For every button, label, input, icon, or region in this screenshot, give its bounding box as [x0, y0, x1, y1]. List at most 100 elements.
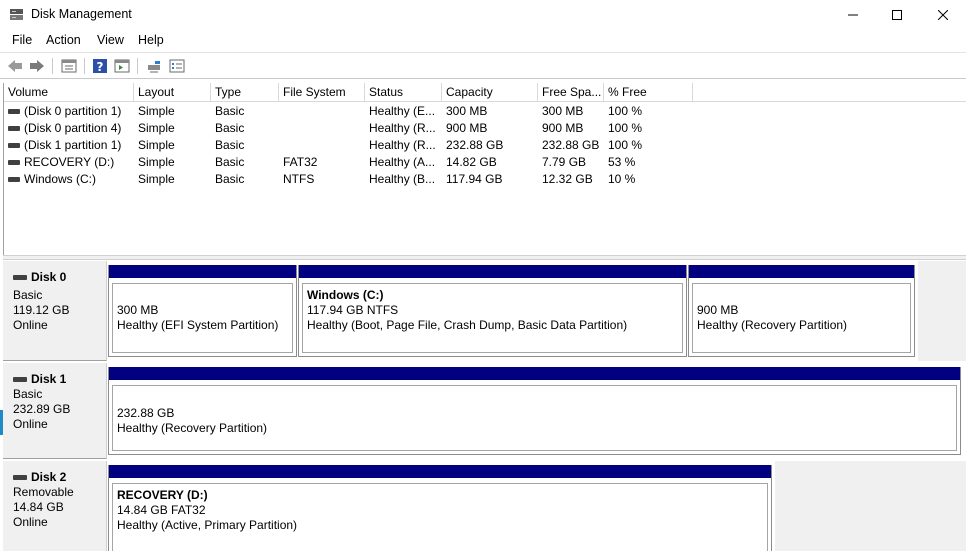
volume-list[interactable]: Volume Layout Type File System Status Ca…	[3, 83, 966, 255]
volume-row[interactable]: (Disk 1 partition 1) Simple Basic Health…	[4, 137, 966, 154]
disk-status: Online	[13, 318, 48, 332]
partition-title: RECOVERY (D:)	[117, 488, 208, 502]
disk-size: 119.12 GB	[13, 303, 70, 317]
layout-cell: Simple	[138, 104, 175, 118]
partition-windows-c[interactable]: Windows (C:) 117.94 GB NTFS Healthy (Boo…	[298, 265, 687, 357]
fs-cell: FAT32	[283, 155, 318, 169]
fs-cell: NTFS	[283, 172, 315, 186]
edge-accent	[0, 410, 3, 435]
volume-cell: (Disk 0 partition 4)	[24, 121, 122, 135]
column-header-free-space[interactable]: Free Spa...	[538, 83, 604, 102]
disk-icon	[13, 377, 27, 382]
percent-free-cell: 100 %	[608, 138, 643, 152]
disk-settings-icon[interactable]	[145, 57, 163, 75]
volume-row[interactable]: (Disk 0 partition 4) Simple Basic Health…	[4, 120, 966, 137]
maximize-button[interactable]	[874, 0, 920, 30]
partition-status: Healthy (Recovery Partition)	[117, 421, 268, 435]
forward-icon[interactable]	[28, 57, 46, 75]
window-title: Disk Management	[31, 7, 132, 21]
menu-view[interactable]: View	[97, 33, 124, 47]
disk-name: Disk 2	[13, 470, 66, 484]
properties-icon[interactable]	[60, 57, 78, 75]
menu-help[interactable]: Help	[138, 33, 164, 47]
volume-cell: Windows (C:)	[24, 172, 97, 186]
partition-recovery-disk0[interactable]: 900 MB Healthy (Recovery Partition)	[688, 265, 915, 357]
toolbar: ?	[0, 52, 966, 79]
svg-text:?: ?	[97, 60, 104, 74]
volume-icon	[8, 143, 20, 148]
free-space-cell: 232.88 GB	[542, 138, 600, 152]
menu-bar: File Action View Help	[0, 31, 966, 51]
partition-status: Healthy (Active, Primary Partition)	[117, 518, 298, 532]
disk-size: 14.84 GB	[13, 500, 64, 514]
title-bar: Disk Management	[0, 0, 966, 30]
volume-cell: RECOVERY (D:)	[24, 155, 115, 169]
volume-row[interactable]: Windows (C:) Simple Basic NTFS Healthy (…	[4, 171, 966, 188]
disk-type: Basic	[13, 387, 43, 401]
menu-action[interactable]: Action	[46, 33, 81, 47]
column-header-status[interactable]: Status	[365, 83, 442, 102]
percent-free-cell: 10 %	[608, 172, 636, 186]
status-cell: Healthy (R...	[369, 138, 436, 152]
capacity-cell: 232.88 GB	[446, 138, 504, 152]
volume-icon	[8, 109, 20, 114]
capacity-cell: 900 MB	[446, 121, 488, 135]
disk-row-2: Disk 2 Removable 14.84 GB Online RECOVER…	[3, 461, 966, 551]
partition-efi[interactable]: 300 MB Healthy (EFI System Partition)	[108, 265, 297, 357]
menu-file[interactable]: File	[12, 33, 32, 47]
type-cell: Basic	[215, 155, 245, 169]
disk-name: Disk 0	[13, 270, 66, 284]
type-cell: Basic	[215, 172, 245, 186]
disk-graphical-view: Disk 0 Basic 119.12 GB Online 300 MB Hea…	[3, 261, 966, 551]
volume-row[interactable]: (Disk 0 partition 1) Simple Basic Health…	[4, 103, 966, 120]
disk-label-1[interactable]: Disk 1 Basic 232.89 GB Online	[3, 363, 107, 459]
volume-icon	[8, 126, 20, 131]
partition-size: 232.88 GB	[117, 406, 175, 420]
disk-name: Disk 1	[13, 372, 66, 386]
free-space-cell: 7.79 GB	[542, 155, 587, 169]
layout-cell: Simple	[138, 121, 175, 135]
percent-free-cell: 100 %	[608, 104, 643, 118]
partition-bar	[109, 265, 296, 278]
help-icon[interactable]: ?	[91, 57, 109, 75]
partition-bar	[109, 465, 771, 478]
free-space-cell: 300 MB	[542, 104, 584, 118]
volume-icon	[8, 177, 20, 182]
column-header-percent-free[interactable]: % Free	[604, 83, 693, 102]
pane-splitter[interactable]	[3, 255, 966, 260]
disk-status: Online	[13, 515, 48, 529]
partition-bar	[689, 265, 914, 278]
status-cell: Healthy (R...	[369, 121, 436, 135]
partition-recovery-disk1[interactable]: 232.88 GB Healthy (Recovery Partition)	[108, 367, 961, 455]
percent-free-cell: 53 %	[608, 155, 636, 169]
partition-size: 14.84 GB FAT32	[117, 503, 206, 517]
partition-bar	[109, 367, 960, 380]
list-view-icon[interactable]	[168, 57, 186, 75]
column-header-layout[interactable]: Layout	[134, 83, 211, 102]
capacity-cell: 300 MB	[446, 104, 488, 118]
column-header-type[interactable]: Type	[211, 83, 279, 102]
console-tree-icon[interactable]	[113, 57, 131, 75]
volume-row[interactable]: RECOVERY (D:) Simple Basic FAT32 Healthy…	[4, 154, 966, 171]
type-cell: Basic	[215, 138, 245, 152]
partition-title: Windows (C:)	[307, 288, 384, 302]
layout-cell: Simple	[138, 138, 175, 152]
partition-bar	[299, 265, 686, 278]
disk-icon	[13, 475, 27, 480]
back-icon[interactable]	[6, 57, 24, 75]
partition-recovery-d[interactable]: RECOVERY (D:) 14.84 GB FAT32 Healthy (Ac…	[108, 465, 772, 551]
column-header-volume[interactable]: Volume	[4, 83, 134, 102]
type-cell: Basic	[215, 121, 245, 135]
close-button[interactable]	[920, 0, 966, 30]
disk-row-1: Disk 1 Basic 232.89 GB Online 232.88 GB …	[3, 363, 966, 459]
volume-cell: (Disk 0 partition 1)	[24, 104, 122, 118]
layout-cell: Simple	[138, 155, 175, 169]
column-header-file-system[interactable]: File System	[279, 83, 365, 102]
disk-label-0[interactable]: Disk 0 Basic 119.12 GB Online	[3, 261, 107, 361]
minimize-button[interactable]	[830, 0, 876, 30]
percent-free-cell: 100 %	[608, 121, 643, 135]
disk-size: 232.89 GB	[13, 402, 71, 416]
partition-size: 300 MB	[117, 303, 159, 317]
disk-label-2[interactable]: Disk 2 Removable 14.84 GB Online	[3, 461, 107, 551]
column-header-capacity[interactable]: Capacity	[442, 83, 538, 102]
